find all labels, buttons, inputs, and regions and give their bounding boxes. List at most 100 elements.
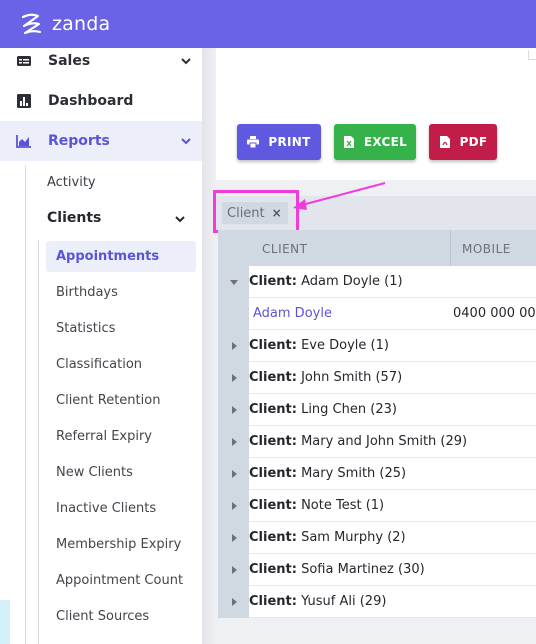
group-label: Yusuf Ali (29) [301, 594, 387, 609]
column-header-mobile[interactable]: MOBILE [462, 242, 511, 256]
group-label: Note Test (1) [301, 498, 385, 513]
grid-header: CLIENT MOBILE [249, 230, 536, 266]
caret-right-icon[interactable] [230, 502, 238, 510]
group-label: Sofia Martinez (30) [301, 562, 425, 577]
group-prefix: Client: [249, 338, 297, 353]
receipt-icon [17, 56, 31, 66]
group-prefix: Client: [249, 530, 297, 545]
group-row-text: Client: John Smith (57) [249, 370, 402, 385]
table-row[interactable]: Adam Doyle 0400 000 000 [218, 298, 536, 330]
group-row[interactable]: Client: Sofia Martinez (30) [218, 554, 536, 586]
group-prefix: Client: [249, 562, 297, 577]
group-row[interactable]: Client: Mary Smith (25) [218, 458, 536, 490]
group-row-text: Client: Mary Smith (25) [249, 466, 406, 481]
group-row[interactable]: Client: John Smith (57) [218, 362, 536, 394]
caret-right-icon[interactable] [230, 534, 238, 542]
annotation-highlight-box [213, 190, 299, 233]
column-divider[interactable] [450, 230, 451, 266]
sidebar-item-label: Sales [48, 53, 91, 69]
sidebar-shadow [202, 48, 216, 644]
excel-label: EXCEL [363, 135, 408, 149]
sidebar-item-birthdays[interactable]: Birthdays [46, 277, 196, 308]
client-mobile: 0400 000 000 [453, 306, 536, 321]
sidebar-item-statistics[interactable]: Statistics [46, 313, 196, 344]
group-label: Mary Smith (25) [301, 466, 407, 481]
group-row[interactable]: Client: Adam Doyle (1) [218, 266, 536, 298]
row-gutter [218, 298, 249, 330]
brand-name[interactable]: zanda [52, 13, 110, 35]
card-corner [528, 50, 536, 60]
group-row-text: Client: Sam Murphy (2) [249, 530, 406, 545]
group-prefix: Client: [249, 594, 297, 609]
group-row-text: Client: Sofia Martinez (30) [249, 562, 425, 577]
group-label: Eve Doyle (1) [301, 338, 389, 353]
print-button[interactable]: PRINT [237, 124, 321, 160]
sidebar-item-membership-expiry[interactable]: Membership Expiry [46, 529, 196, 560]
group-row[interactable]: Client: Mary and John Smith (29) [218, 426, 536, 458]
group-row-text: Client: Mary and John Smith (29) [249, 434, 467, 449]
background-edge [0, 600, 10, 644]
column-header-client[interactable]: CLIENT [262, 242, 308, 256]
group-prefix: Client: [249, 466, 297, 481]
group-row-text: Client: Ling Chen (23) [249, 402, 397, 417]
caret-right-icon[interactable] [230, 438, 238, 446]
client-name-link[interactable]: Adam Doyle [253, 306, 332, 321]
print-label: PRINT [268, 135, 311, 149]
pdf-file-icon [439, 136, 450, 148]
group-prefix: Client: [249, 498, 297, 513]
group-prefix: Client: [249, 402, 297, 417]
group-row[interactable]: Client: Yusuf Ali (29) [218, 586, 536, 618]
sidebar-item-appointments[interactable]: Appointments [46, 241, 196, 272]
group-row[interactable]: Client: Ling Chen (23) [218, 394, 536, 426]
chevron-down-icon[interactable] [180, 135, 192, 147]
sidebar-item-client-retention[interactable]: Client Retention [46, 385, 196, 416]
bar-chart-icon [17, 94, 31, 108]
group-prefix: Client: [249, 370, 297, 385]
group-row[interactable]: Client: Eve Doyle (1) [218, 330, 536, 362]
chevron-down-icon[interactable] [174, 213, 186, 225]
sidebar-item-label: Dashboard [48, 93, 134, 109]
sidebar-item-dashboard[interactable]: Dashboard [0, 81, 202, 121]
tree-line [38, 240, 39, 644]
printer-icon [247, 136, 260, 148]
caret-right-icon[interactable] [230, 566, 238, 574]
caret-right-icon[interactable] [230, 598, 238, 606]
group-prefix: Client: [249, 274, 297, 289]
group-row[interactable]: Client: Note Test (1) [218, 490, 536, 522]
group-row[interactable]: Client: Sam Murphy (2) [218, 522, 536, 554]
group-label: Adam Doyle (1) [301, 274, 403, 289]
caret-right-icon[interactable] [230, 470, 238, 478]
group-row-text: Client: Note Test (1) [249, 498, 384, 513]
caret-down-icon[interactable] [230, 278, 238, 286]
sidebar-item-classification[interactable]: Classification [46, 349, 196, 380]
sidebar-item-client-sources[interactable]: Client Sources [46, 601, 196, 632]
tree-line [25, 166, 26, 644]
sidebar-item-activity[interactable]: Activity [47, 175, 96, 190]
group-row-text: Client: Yusuf Ali (29) [249, 594, 386, 609]
group-label: Sam Murphy (2) [301, 530, 406, 545]
group-row-text: Client: Eve Doyle (1) [249, 338, 389, 353]
sidebar-item-label: Reports [48, 133, 110, 149]
group-label: Mary and John Smith (29) [301, 434, 468, 449]
sidebar-item-inactive-clients[interactable]: Inactive Clients [46, 493, 196, 524]
group-row-text: Client: Adam Doyle (1) [249, 274, 403, 289]
pdf-label: PDF [459, 135, 488, 149]
group-prefix: Client: [249, 434, 297, 449]
group-label: John Smith (57) [301, 370, 403, 385]
excel-button[interactable]: EXCEL [334, 124, 416, 160]
sidebar-item-clients[interactable]: Clients [47, 210, 101, 226]
sidebar-item-referral-expiry[interactable]: Referral Expiry [46, 421, 196, 452]
caret-right-icon[interactable] [230, 406, 238, 414]
caret-right-icon[interactable] [230, 342, 238, 350]
pdf-button[interactable]: PDF [429, 124, 497, 160]
excel-file-icon [343, 136, 354, 148]
sidebar-item-appointment-count[interactable]: Appointment Count [46, 565, 196, 596]
caret-right-icon[interactable] [230, 374, 238, 382]
zanda-logo-icon[interactable] [18, 11, 44, 37]
chevron-down-icon[interactable] [180, 55, 192, 67]
sidebar-item-new-clients[interactable]: New Clients [46, 457, 196, 488]
report-card [216, 48, 536, 180]
sidebar-item-sales[interactable]: Sales [0, 41, 202, 81]
group-label: Ling Chen (23) [301, 402, 397, 417]
sidebar-item-reports[interactable]: Reports [0, 121, 202, 161]
